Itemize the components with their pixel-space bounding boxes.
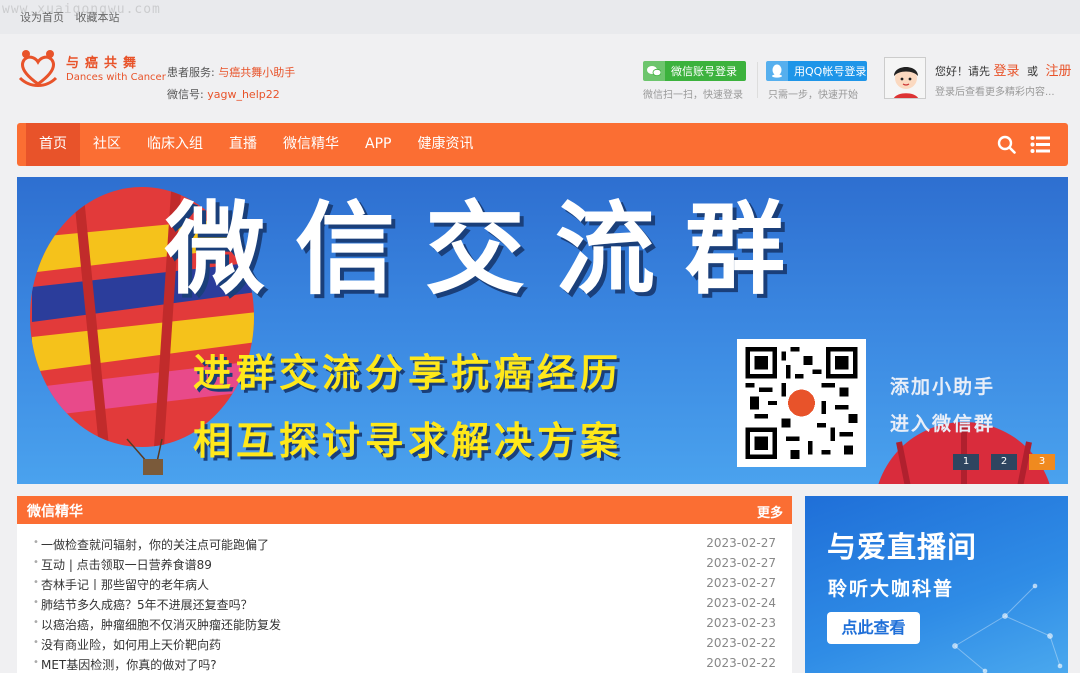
banner-side-2: 进入微信群 <box>890 413 996 435</box>
qr-code-icon <box>745 347 858 459</box>
banner-dot-1[interactable]: 1 <box>953 454 979 470</box>
logo-cn-text: 与癌共舞 <box>66 56 143 71</box>
wechat-id-value: yagw_help22 <box>207 88 280 101</box>
top-bar: www.xuaigongwu.com 设为首页 收藏本站 <box>0 0 1080 34</box>
greeting: 您好！请先 登录 或 注册 <box>935 60 1072 79</box>
patient-service: 患者服务: 与癌共舞小助手 <box>167 64 295 80</box>
news-title[interactable]: MET基因检测，你真的做对了吗? <box>41 656 217 673</box>
list-item[interactable]: • MET基因检测，你真的做对了吗? 2023-02-22 <box>17 654 792 673</box>
list-item[interactable]: • 没有商业险，如何用上天价靶向药 2023-02-22 <box>17 634 792 654</box>
bullet-icon: • <box>33 657 39 668</box>
news-title[interactable]: 互动 | 点击领取一日营养食谱89 <box>41 556 212 573</box>
bullet-icon: • <box>33 577 39 588</box>
service-label: 患者服务: <box>167 66 215 79</box>
nav-item-wechat-picks[interactable]: 微信精华 <box>270 123 352 166</box>
list-item[interactable]: • 互动 | 点击领取一日营养食谱89 2023-02-27 <box>17 554 792 574</box>
logo-heart-icon <box>18 50 58 87</box>
panel-header: 微信精华 更多 <box>17 496 792 524</box>
live-subtitle: 聆听大咖科普 <box>828 578 955 600</box>
nav-item-clinical-trials[interactable]: 临床入组 <box>134 123 216 166</box>
live-title: 与爱直播间 <box>827 530 978 564</box>
news-list: • 一做检查就问辐射，你的关注点可能跑偏了 2023-02-27 • 互动 | 点击领取… <box>17 534 792 673</box>
news-title[interactable]: 肺结节多久成癌？5年不进展还复查吗？ <box>41 596 253 613</box>
news-title[interactable]: 以癌治癌，肿瘤细胞不仅消灭肿瘤还能防复发 <box>41 616 281 633</box>
site-logo[interactable]: 与癌共舞 Dances with Cancer <box>16 48 166 92</box>
banner-dot-3[interactable]: 3 <box>1029 454 1055 470</box>
nav-item-app[interactable]: APP <box>352 123 404 166</box>
news-date: 2023-02-23 <box>706 616 776 630</box>
live-room-ad[interactable]: 与爱直播间 聆听大咖科普 点此查看 <box>805 496 1068 673</box>
nav-item-community[interactable]: 社区 <box>80 123 134 166</box>
login-link[interactable]: 登录 <box>994 64 1020 79</box>
logo-en-text: Dances with Cancer <box>66 72 166 83</box>
list-item[interactable]: • 以癌治癌，肿瘤细胞不仅消灭肿瘤还能防复发 2023-02-23 <box>17 614 792 634</box>
wechat-login-button[interactable]: 微信账号登录 <box>643 61 746 81</box>
bookmark-link[interactable]: 收藏本站 <box>76 11 120 24</box>
bullet-icon: • <box>33 597 39 608</box>
bullet-icon: • <box>33 557 39 568</box>
divider <box>757 62 758 98</box>
nav-item-home[interactable]: 首页 <box>26 123 80 166</box>
news-date: 2023-02-27 <box>706 576 776 590</box>
wechat-id-label: 微信号: <box>167 88 204 101</box>
or-text: 或 <box>1027 65 1039 78</box>
news-date: 2023-02-24 <box>706 596 776 610</box>
news-date: 2023-02-22 <box>706 656 776 670</box>
news-title[interactable]: 一做检查就问辐射，你的关注点可能跑偏了 <box>41 536 269 553</box>
banner-side-1: 添加小助手 <box>890 376 996 398</box>
news-date: 2023-02-22 <box>706 636 776 650</box>
list-item[interactable]: • 一做检查就问辐射，你的关注点可能跑偏了 2023-02-27 <box>17 534 792 554</box>
default-avatar-icon <box>885 58 925 98</box>
news-title[interactable]: 没有商业险，如何用上天价靶向药 <box>41 636 221 653</box>
banner-title: 微信交流群 <box>165 191 815 308</box>
list-item[interactable]: • 肺结节多久成癌？5年不进展还复查吗？ 2023-02-24 <box>17 594 792 614</box>
list-item[interactable]: • 杏林手记丨那些留守的老年病人 2023-02-27 <box>17 574 792 594</box>
hero-banner[interactable]: 微信交流群 进群交流分享抗癌经历 相互探讨寻求解决方案 添加小助手 进入微信群 … <box>17 177 1068 484</box>
banner-pager: 1 2 3 <box>953 454 1055 470</box>
wechat-picks-panel: 微信精华 更多 • 一做检查就问辐射，你的关注点可能跑偏了 2023-02-27 • 互… <box>17 496 792 673</box>
set-home-link[interactable]: 设为首页 <box>20 11 64 24</box>
qq-login-sub: 只需一步，快速开始 <box>768 90 858 101</box>
search-icon[interactable] <box>997 135 1016 154</box>
banner-line-1: 进群交流分享抗癌经历 <box>193 351 624 395</box>
wechat-login-sub: 微信扫一扫，快速登录 <box>643 90 743 101</box>
banner-line-2: 相互探讨寻求解决方案 <box>193 419 624 463</box>
avatar[interactable] <box>884 57 926 99</box>
register-link[interactable]: 注册 <box>1046 64 1072 79</box>
menu-list-icon[interactable] <box>1030 135 1050 154</box>
news-title[interactable]: 杏林手记丨那些留守的老年病人 <box>41 576 209 593</box>
news-date: 2023-02-27 <box>706 556 776 570</box>
top-links: 设为首页 收藏本站 <box>20 9 128 25</box>
greeting-text: 您好！请先 <box>935 65 990 78</box>
bullet-icon: • <box>33 537 39 548</box>
qq-login-button[interactable]: 用QQ帐号登录 <box>766 61 867 81</box>
news-date: 2023-02-27 <box>706 536 776 550</box>
login-hint: 登录后查看更多精彩内容... <box>935 87 1055 98</box>
nav-item-live[interactable]: 直播 <box>216 123 270 166</box>
wechat-login-label: 微信账号登录 <box>671 65 737 78</box>
nav-icons <box>997 135 1050 154</box>
bullet-icon: • <box>33 617 39 628</box>
panel-title: 微信精华 <box>27 504 83 520</box>
more-link[interactable]: 更多 <box>757 502 783 521</box>
nav-item-health-news[interactable]: 健康资讯 <box>404 123 486 166</box>
main-nav: 首页 社区 临床入组 直播 微信精华 APP 健康资讯 <box>17 123 1068 166</box>
wechat-icon <box>643 61 665 81</box>
service-link[interactable]: 与癌共舞小助手 <box>218 66 295 79</box>
banner-dot-2[interactable]: 2 <box>991 454 1017 470</box>
view-live-button[interactable]: 点此查看 <box>827 612 920 644</box>
qq-login-label: 用QQ帐号登录 <box>794 65 867 78</box>
qq-icon <box>766 61 788 81</box>
qr-code <box>737 339 866 467</box>
bullet-icon: • <box>33 637 39 648</box>
wechat-id: 微信号: yagw_help22 <box>167 86 280 102</box>
